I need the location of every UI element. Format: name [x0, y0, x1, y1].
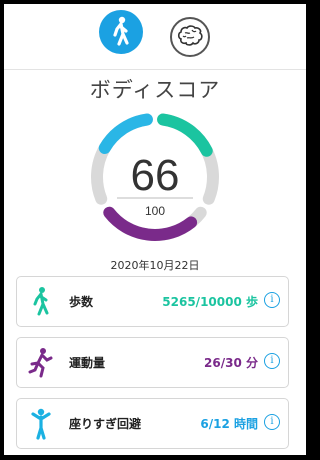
metric-label: 座りすぎ回避 — [69, 417, 142, 431]
metric-value: 5265/10000 歩 — [162, 295, 258, 309]
score-date: 2020年10月22日 — [110, 259, 200, 272]
metric-value: 26/30 分 — [204, 356, 258, 370]
walking-person-icon — [113, 16, 129, 46]
sitting-ring-progress — [98, 113, 153, 154]
info-icon[interactable]: i — [264, 292, 280, 308]
metric-value: 6/12 時間 — [200, 417, 258, 431]
tab-body-score[interactable] — [99, 10, 143, 54]
running-person-icon — [28, 348, 53, 378]
body-score-ring: 66 100 — [91, 113, 219, 241]
app-screen: ボディスコア 66 100 2020年10月22日 歩数 5265/10000 … — [4, 4, 306, 455]
metric-card-steps[interactable]: 歩数 5265/10000 歩 i — [16, 276, 289, 327]
brain-icon — [177, 25, 203, 46]
page-title: ボディスコア — [89, 78, 221, 102]
metric-label: 運動量 — [69, 356, 106, 370]
standing-person-icon — [31, 408, 51, 440]
score-max: 100 — [145, 204, 165, 218]
top-tab-bar — [4, 4, 306, 70]
metric-card-exercise[interactable]: 運動量 26/30 分 i — [16, 337, 289, 388]
walking-person-icon — [33, 287, 49, 316]
tab-mind-score[interactable] — [170, 17, 210, 57]
steps-ring-progress — [157, 113, 213, 157]
metric-label: 歩数 — [69, 295, 94, 309]
info-icon[interactable]: i — [264, 414, 280, 430]
info-icon[interactable]: i — [264, 353, 280, 369]
metric-card-sitting[interactable]: 座りすぎ回避 6/12 時間 i — [16, 398, 289, 449]
score-value: 66 — [131, 151, 180, 200]
